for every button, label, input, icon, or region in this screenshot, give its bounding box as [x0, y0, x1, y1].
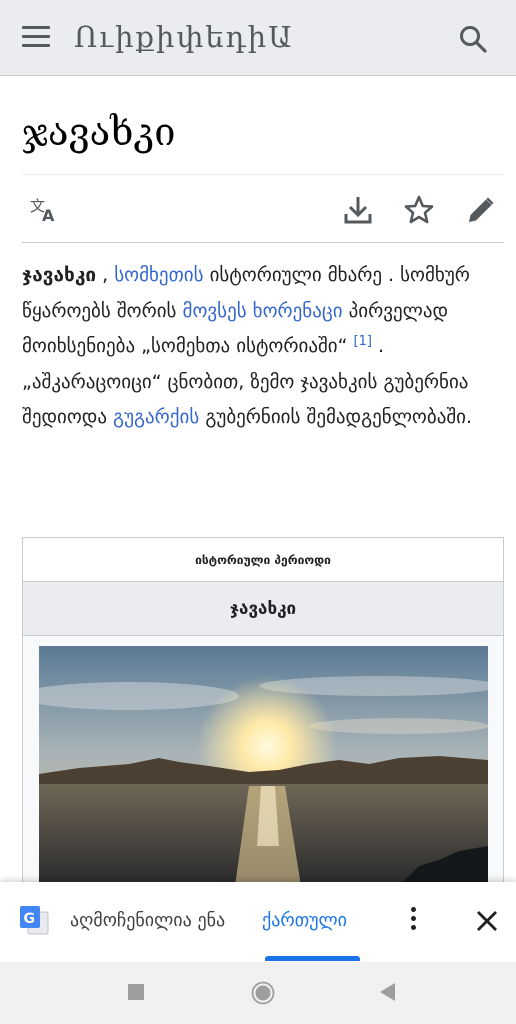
- hamburger-menu-icon[interactable]: [22, 26, 50, 50]
- link-gugark[interactable]: გუგარქის: [113, 406, 199, 428]
- wikipedia-wordmark[interactable]: ՈւիքիփեդիԱ: [74, 20, 294, 54]
- triangle-back-icon[interactable]: [378, 982, 396, 1002]
- close-icon[interactable]: [474, 908, 500, 934]
- download-icon[interactable]: [342, 194, 374, 226]
- article-bold-term: ჯავახკი: [22, 264, 97, 286]
- search-icon[interactable]: [458, 24, 488, 54]
- star-icon[interactable]: [403, 194, 435, 226]
- tab-language-georgian[interactable]: ქართული: [262, 910, 347, 931]
- article-lead-paragraph: ჯავახკი , სომხეთის ისტორიული მხარე . სომ…: [22, 258, 506, 436]
- toolbar-divider: [22, 242, 504, 243]
- article-text: გუბერნიის შემადგენლობაში.: [199, 406, 473, 428]
- page-title: ჯავახკი: [22, 110, 176, 154]
- more-vert-icon[interactable]: [404, 906, 422, 936]
- link-movses-khorenatsi[interactable]: მოვსეს ხორენაცი: [183, 300, 343, 322]
- infobox-period-label: ისტორიული პერიოდი: [23, 538, 503, 582]
- title-divider: [22, 174, 504, 175]
- svg-text:A: A: [42, 206, 55, 225]
- square-recents-icon[interactable]: [128, 984, 144, 1000]
- circle-home-icon[interactable]: [251, 981, 275, 1005]
- translate-language-icon[interactable]: 文 A: [28, 194, 60, 226]
- infobox: ისტორიული პერიოდი ჯავახკი: [22, 537, 504, 897]
- infobox-lake-sunset-image[interactable]: [39, 646, 488, 886]
- infobox-title: ჯავახკი: [23, 582, 503, 636]
- link-armenia[interactable]: სომხეთის: [114, 264, 203, 286]
- article-text: ,: [96, 264, 115, 286]
- detected-language-label[interactable]: აღმოჩენილია ენა: [70, 910, 225, 931]
- google-translate-icon: G: [20, 906, 49, 935]
- pencil-icon[interactable]: [465, 194, 497, 226]
- reference-link[interactable]: [1]: [354, 334, 372, 349]
- svg-text:G: G: [24, 911, 36, 927]
- active-tab-indicator: [265, 956, 360, 961]
